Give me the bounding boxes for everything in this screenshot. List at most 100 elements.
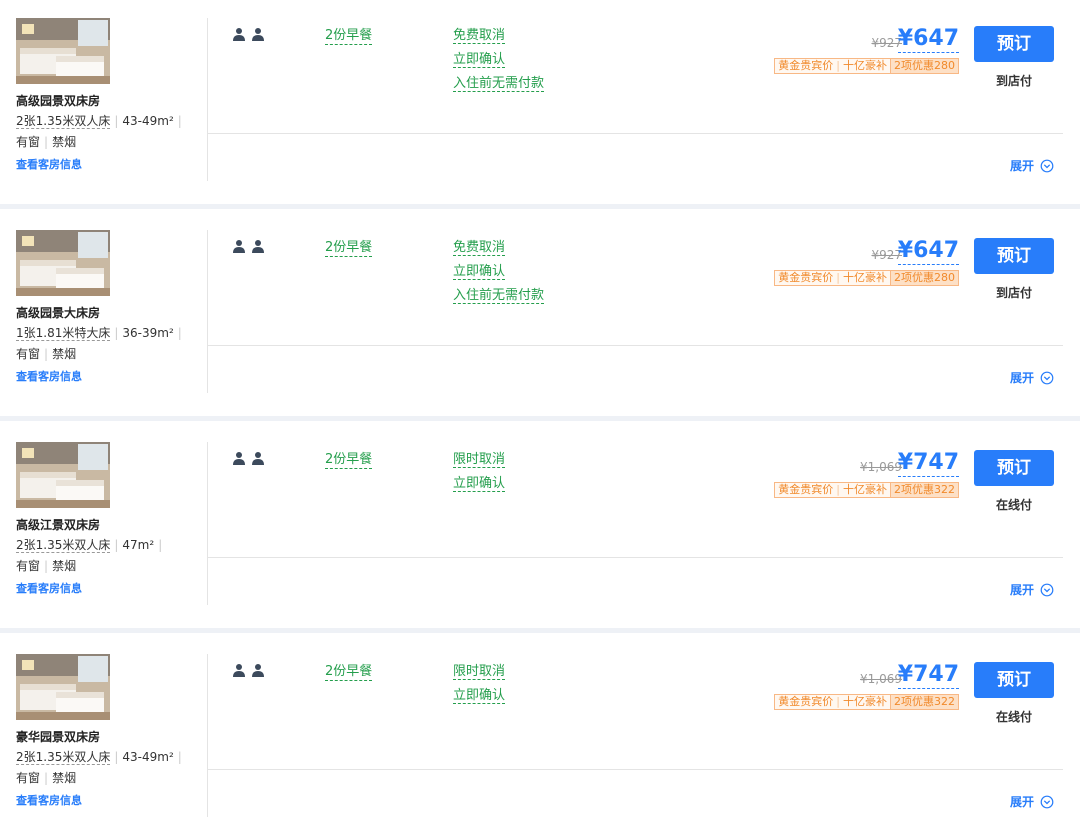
separator: |	[177, 326, 182, 340]
separator: |	[44, 347, 49, 361]
facility-nonsmoking: 禁烟	[52, 135, 77, 149]
room-photo[interactable]	[16, 654, 110, 720]
room-name: 豪华园景双床房	[16, 730, 101, 744]
current-price[interactable]: ¥647	[897, 26, 959, 53]
breakfast-info[interactable]: 2份早餐	[325, 28, 373, 45]
policy-list: 限时取消 立即确认	[453, 452, 506, 500]
policy-item[interactable]: 立即确认	[453, 688, 506, 704]
policy-item[interactable]: 立即确认	[453, 476, 506, 492]
breakfast-info[interactable]: 2份早餐	[325, 452, 373, 469]
separator: |	[44, 771, 49, 785]
policy-item[interactable]: 限时取消	[453, 664, 506, 680]
room-photo[interactable]	[16, 18, 110, 84]
discount-count-tag: 2项优惠280	[891, 58, 959, 74]
discount-count-tag: 2项优惠280	[891, 270, 959, 286]
bed-info: 2张1.35米双人床 | 43-49m² |	[16, 748, 186, 765]
separator: |	[177, 750, 182, 764]
expand-toggle[interactable]: 展开	[1010, 793, 1054, 810]
view-room-info-link[interactable]: 查看客房信息	[16, 368, 82, 384]
policy-label: 入住前无需付款	[453, 288, 545, 304]
row-divider	[208, 557, 1063, 558]
current-price[interactable]: ¥747	[897, 662, 959, 689]
facility-nonsmoking: 禁烟	[52, 771, 77, 785]
column-divider	[207, 442, 208, 605]
expand-label: 展开	[1009, 371, 1034, 385]
card-separator	[0, 628, 1080, 633]
policy-item[interactable]: 入住前无需付款	[453, 288, 545, 304]
column-divider	[207, 18, 208, 181]
vip-price-label: 黄金贵宾价	[778, 59, 834, 72]
expand-label: 展开	[1009, 583, 1034, 597]
bed-type[interactable]: 2张1.35米双人床	[16, 114, 111, 129]
column-divider	[207, 654, 208, 817]
payment-type: 到店付	[995, 286, 1032, 300]
separator: |	[44, 559, 49, 573]
policy-label: 限时取消	[453, 452, 506, 468]
payment-type: 在线付	[995, 710, 1032, 724]
separator: |	[836, 483, 840, 496]
separator: |	[114, 750, 119, 764]
room-area: 43-49m²	[122, 750, 174, 764]
policy-item[interactable]: 免费取消	[453, 28, 544, 44]
room-photo[interactable]	[16, 230, 110, 296]
book-button[interactable]: 预订	[974, 26, 1054, 62]
view-room-info-link[interactable]: 查看客房信息	[16, 156, 82, 172]
policy-item[interactable]: 限时取消	[453, 452, 506, 468]
room-area: 43-49m²	[122, 114, 174, 128]
facility-window: 有窗	[16, 559, 41, 573]
discount-tags[interactable]: 黄金贵宾价 | 十亿豪补 2项优惠280	[774, 58, 959, 74]
policy-label: 限时取消	[453, 664, 506, 680]
policy-label: 立即确认	[453, 52, 506, 68]
breakfast-info[interactable]: 2份早餐	[325, 240, 373, 257]
book-button[interactable]: 预订	[974, 662, 1054, 698]
book-button[interactable]: 预订	[974, 238, 1054, 274]
policy-item[interactable]: 入住前无需付款	[453, 76, 545, 92]
vip-tag: 黄金贵宾价 | 十亿豪补	[774, 58, 891, 74]
discount-tags[interactable]: 黄金贵宾价 | 十亿豪补 2项优惠322	[774, 482, 959, 498]
separator: |	[158, 538, 163, 552]
breakfast-info[interactable]: 2份早餐	[325, 664, 373, 681]
facility-window: 有窗	[16, 135, 41, 149]
subsidy-label: 十亿豪补	[843, 59, 887, 72]
facility-window: 有窗	[16, 347, 41, 361]
room-photo[interactable]	[16, 442, 110, 508]
vip-tag: 黄金贵宾价 | 十亿豪补	[774, 270, 891, 286]
expand-toggle[interactable]: 展开	[1010, 157, 1054, 174]
policy-label: 立即确认	[453, 476, 506, 492]
bed-type[interactable]: 2张1.35米双人床	[16, 750, 111, 765]
vip-tag: 黄金贵宾价 | 十亿豪补	[774, 482, 891, 498]
policy-item[interactable]: 免费取消	[453, 240, 544, 256]
card-separator	[0, 204, 1080, 209]
card-separator	[0, 416, 1080, 421]
discount-tags[interactable]: 黄金贵宾价 | 十亿豪补 2项优惠280	[774, 270, 959, 286]
policy-label: 入住前无需付款	[453, 76, 545, 92]
bed-type[interactable]: 2张1.35米双人床	[16, 538, 111, 553]
view-room-info-link[interactable]: 查看客房信息	[16, 580, 82, 596]
separator: |	[177, 114, 182, 128]
policy-label: 立即确认	[453, 688, 506, 704]
discount-tags[interactable]: 黄金贵宾价 | 十亿豪补 2项优惠322	[774, 694, 959, 710]
expand-toggle[interactable]: 展开	[1010, 369, 1054, 386]
current-price[interactable]: ¥747	[897, 450, 959, 477]
row-divider	[208, 133, 1063, 134]
policy-label: 立即确认	[453, 264, 506, 280]
facility-nonsmoking: 禁烟	[52, 559, 77, 573]
room-name: 高级江景双床房	[16, 518, 101, 532]
facilities: 有窗 | 禁烟	[16, 769, 76, 786]
room-card: 豪华园景双床房 2张1.35米双人床 | 43-49m² | 有窗 | 禁烟 查看客房信息…	[0, 636, 1080, 833]
separator: |	[836, 59, 840, 72]
subsidy-label: 十亿豪补	[843, 483, 887, 496]
row-divider	[208, 769, 1063, 770]
current-price[interactable]: ¥647	[897, 238, 959, 265]
expand-toggle[interactable]: 展开	[1010, 581, 1054, 598]
policy-item[interactable]: 立即确认	[453, 52, 544, 68]
room-card: 高级江景双床房 2张1.35米双人床 | 47m² | 有窗 | 禁烟 查看客房信息 2份…	[0, 424, 1080, 636]
facilities: 有窗 | 禁烟	[16, 345, 76, 362]
separator: |	[836, 695, 840, 708]
view-room-info-link[interactable]: 查看客房信息	[16, 792, 82, 808]
book-button[interactable]: 预订	[974, 450, 1054, 486]
subsidy-label: 十亿豪补	[843, 695, 887, 708]
policy-item[interactable]: 立即确认	[453, 264, 544, 280]
bed-type[interactable]: 1张1.81米特大床	[16, 326, 111, 341]
two-person-icon	[233, 451, 267, 467]
